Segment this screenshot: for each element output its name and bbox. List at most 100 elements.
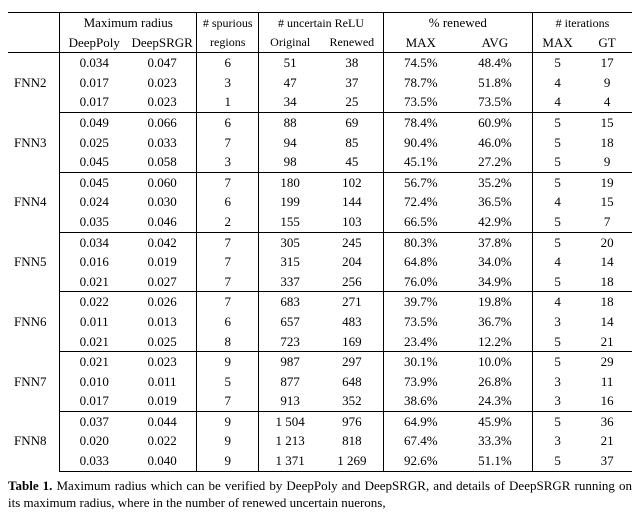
cell-orig: 199: [259, 192, 321, 212]
cell-orig: 94: [259, 133, 321, 153]
cell-deepsrgr: 0.058: [128, 152, 196, 172]
cell-pavg: 36.7%: [458, 312, 533, 332]
cell-orig: 1 371: [259, 451, 321, 471]
cell-gt: 14: [582, 312, 632, 332]
cell-spurious: 7: [197, 172, 259, 192]
cell-deeppoly: 0.045: [60, 152, 128, 172]
cell-gt: 36: [582, 411, 632, 431]
cell-pmax: 78.7%: [383, 73, 458, 93]
cell-pmax: 39.7%: [383, 292, 458, 312]
cell-gt: 37: [582, 451, 632, 471]
cell-deepsrgr: 0.042: [128, 232, 196, 252]
cell-gt: 15: [582, 192, 632, 212]
cell-renew: 45: [321, 152, 383, 172]
table-row: FNN30.0490.0666886978.4%60.9%515: [8, 112, 632, 132]
cell-imax: 4: [532, 92, 582, 112]
cell-deepsrgr: 0.027: [128, 272, 196, 292]
cell-renew: 25: [321, 92, 383, 112]
block-label: FNN4: [8, 172, 60, 232]
cell-deepsrgr: 0.023: [128, 73, 196, 93]
table-row: FNN60.0220.026768327139.7%19.8%418: [8, 292, 632, 312]
cell-deepsrgr: 0.040: [128, 451, 196, 471]
table-row: FNN20.0340.0476513874.5%48.4%517: [8, 53, 632, 73]
cell-pmax: 73.9%: [383, 372, 458, 392]
cell-pmax: 64.9%: [383, 411, 458, 431]
cell-imax: 4: [532, 192, 582, 212]
cell-orig: 657: [259, 312, 321, 332]
table-row: FNN80.0370.04491 50497664.9%45.9%536: [8, 411, 632, 431]
cell-deeppoly: 0.022: [60, 292, 128, 312]
hdr-deepsrgr: DeepSRGR: [128, 33, 196, 53]
cell-orig: 913: [259, 391, 321, 411]
cell-gt: 21: [582, 431, 632, 451]
cell-orig: 51: [259, 53, 321, 73]
cell-deeppoly: 0.033: [60, 451, 128, 471]
cell-imax: 5: [532, 53, 582, 73]
table-caption: Table 1. Maximum radius which can be ver…: [8, 478, 632, 512]
hdr-spurious: # spurious: [197, 13, 259, 33]
cell-imax: 5: [532, 112, 582, 132]
cell-renew: 69: [321, 112, 383, 132]
cell-renew: 169: [321, 332, 383, 352]
cell-deepsrgr: 0.030: [128, 192, 196, 212]
hdr-original: Original: [259, 33, 321, 53]
cell-deepsrgr: 0.025: [128, 332, 196, 352]
cell-pavg: 37.8%: [458, 232, 533, 252]
cell-imax: 4: [532, 252, 582, 272]
cell-renew: 85: [321, 133, 383, 153]
caption-label: Table 1.: [8, 478, 52, 493]
cell-deepsrgr: 0.066: [128, 112, 196, 132]
cell-gt: 29: [582, 352, 632, 372]
cell-pavg: 34.0%: [458, 252, 533, 272]
cell-pavg: 51.8%: [458, 73, 533, 93]
cell-spurious: 5: [197, 372, 259, 392]
cell-pmax: 38.6%: [383, 391, 458, 411]
cell-renew: 818: [321, 431, 383, 451]
cell-spurious: 8: [197, 332, 259, 352]
cell-imax: 5: [532, 352, 582, 372]
cell-pavg: 51.1%: [458, 451, 533, 471]
cell-orig: 877: [259, 372, 321, 392]
table-row: 0.0200.02291 21381867.4%33.3%321: [8, 431, 632, 451]
cell-pavg: 42.9%: [458, 212, 533, 232]
cell-gt: 17: [582, 53, 632, 73]
cell-deeppoly: 0.035: [60, 212, 128, 232]
cell-gt: 15: [582, 112, 632, 132]
cell-deepsrgr: 0.046: [128, 212, 196, 232]
block-label: FNN6: [8, 292, 60, 352]
cell-pmax: 45.1%: [383, 152, 458, 172]
cell-deeppoly: 0.011: [60, 312, 128, 332]
cell-renew: 976: [321, 411, 383, 431]
cell-pavg: 73.5%: [458, 92, 533, 112]
cell-pmax: 73.5%: [383, 312, 458, 332]
cell-spurious: 6: [197, 53, 259, 73]
cell-deeppoly: 0.021: [60, 332, 128, 352]
cell-deeppoly: 0.017: [60, 391, 128, 411]
cell-gt: 9: [582, 73, 632, 93]
hdr-pmax: MAX: [383, 33, 458, 53]
cell-imax: 3: [532, 372, 582, 392]
cell-spurious: 6: [197, 112, 259, 132]
cell-renew: 103: [321, 212, 383, 232]
cell-gt: 14: [582, 252, 632, 272]
cell-renew: 38: [321, 53, 383, 73]
cell-gt: 18: [582, 133, 632, 153]
cell-pmax: 73.5%: [383, 92, 458, 112]
hdr-imax: MAX: [532, 33, 582, 53]
cell-renew: 297: [321, 352, 383, 372]
cell-pmax: 23.4%: [383, 332, 458, 352]
cell-deeppoly: 0.016: [60, 252, 128, 272]
cell-deepsrgr: 0.013: [128, 312, 196, 332]
table-row: 0.0170.0231342573.5%73.5%44: [8, 92, 632, 112]
table-row: 0.0240.030619914472.4%36.5%415: [8, 192, 632, 212]
table-row: 0.0100.011587764873.9%26.8%311: [8, 372, 632, 392]
table-row: 0.0110.013665748373.5%36.7%314: [8, 312, 632, 332]
cell-imax: 5: [532, 212, 582, 232]
cell-spurious: 7: [197, 292, 259, 312]
cell-renew: 483: [321, 312, 383, 332]
cell-gt: 18: [582, 292, 632, 312]
hdr-deeppoly: DeepPoly: [60, 33, 128, 53]
cell-spurious: 9: [197, 451, 259, 471]
hdr-uncertain: # uncertain ReLU: [259, 13, 383, 33]
cell-renew: 144: [321, 192, 383, 212]
